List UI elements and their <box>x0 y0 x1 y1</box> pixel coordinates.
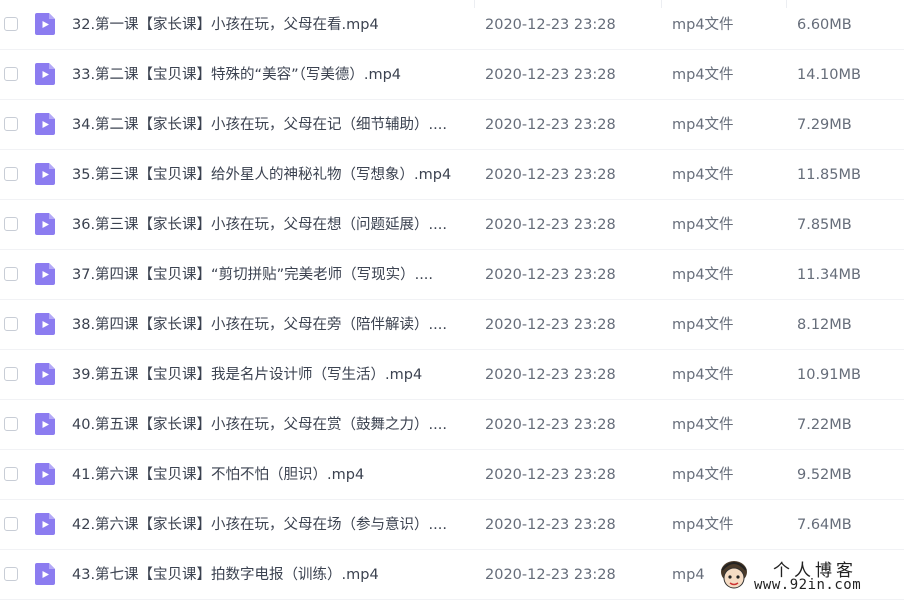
video-file-icon <box>35 463 55 485</box>
video-file-icon <box>35 263 55 285</box>
file-date: 2020-12-23 23:28 <box>485 367 616 383</box>
file-row[interactable]: 32.第一课【家长课】小孩在玩，父母在看.mp4 2020-12-23 23:28… <box>0 0 904 50</box>
file-date: 2020-12-23 23:28 <box>485 567 616 583</box>
cartoon-face-icon <box>721 561 747 589</box>
watermark: 个人博客 www.92in.com <box>708 556 904 598</box>
file-name[interactable]: 43.第七课【宝贝课】拍数字电报（训练）.mp4 <box>72 566 379 584</box>
file-size: 11.34MB <box>797 267 861 283</box>
file-size: 7.64MB <box>797 517 852 533</box>
file-date: 2020-12-23 23:28 <box>485 17 616 33</box>
file-name[interactable]: 38.第四课【家长课】小孩在玩，父母在旁（陪伴解读）.... <box>72 316 447 334</box>
file-name[interactable]: 35.第三课【宝贝课】给外星人的神秘礼物（写想象）.mp4 <box>72 166 451 184</box>
file-type: mp4 <box>672 567 705 583</box>
file-row[interactable]: 34.第二课【家长课】小孩在玩，父母在记（细节辅助）.... 2020-12-23… <box>0 100 904 150</box>
row-checkbox[interactable] <box>4 317 18 331</box>
file-row[interactable]: 33.第二课【宝贝课】特殊的“美容”（写美德）.mp4 2020-12-23 23… <box>0 50 904 100</box>
file-type: mp4文件 <box>672 317 734 333</box>
file-name[interactable]: 33.第二课【宝贝课】特殊的“美容”（写美德）.mp4 <box>72 66 401 84</box>
file-name[interactable]: 37.第四课【宝贝课】“剪切拼贴”完美老师（写现实）.... <box>72 266 433 284</box>
file-size: 7.85MB <box>797 217 852 233</box>
file-type: mp4文件 <box>672 117 734 133</box>
file-row[interactable]: 35.第三课【宝贝课】给外星人的神秘礼物（写想象）.mp4 2020-12-23 … <box>0 150 904 200</box>
file-row[interactable]: 40.第五课【家长课】小孩在玩，父母在赏（鼓舞之力）.... 2020-12-23… <box>0 400 904 450</box>
file-name[interactable]: 41.第六课【宝贝课】不怕不怕（胆识）.mp4 <box>72 466 364 484</box>
file-date: 2020-12-23 23:28 <box>485 317 616 333</box>
file-name[interactable]: 42.第六课【家长课】小孩在玩，父母在场（参与意识）.... <box>72 516 447 534</box>
file-row[interactable]: 36.第三课【家长课】小孩在玩，父母在想（问题延展）.... 2020-12-23… <box>0 200 904 250</box>
video-file-icon <box>35 13 55 35</box>
file-type: mp4文件 <box>672 467 734 483</box>
file-date: 2020-12-23 23:28 <box>485 417 616 433</box>
video-file-icon <box>35 513 55 535</box>
file-size: 11.85MB <box>797 167 861 183</box>
file-type: mp4文件 <box>672 167 734 183</box>
file-row[interactable]: 37.第四课【宝贝课】“剪切拼贴”完美老师（写现实）.... 2020-12-23… <box>0 250 904 300</box>
row-checkbox[interactable] <box>4 517 18 531</box>
row-checkbox[interactable] <box>4 17 18 31</box>
video-file-icon <box>35 63 55 85</box>
video-file-icon <box>35 213 55 235</box>
file-date: 2020-12-23 23:28 <box>485 117 616 133</box>
file-name[interactable]: 32.第一课【家长课】小孩在玩，父母在看.mp4 <box>72 16 379 34</box>
file-name[interactable]: 34.第二课【家长课】小孩在玩，父母在记（细节辅助）.... <box>72 116 447 134</box>
row-checkbox[interactable] <box>4 367 18 381</box>
file-type: mp4文件 <box>672 267 734 283</box>
file-type: mp4文件 <box>672 517 734 533</box>
watermark-url: www.92in.com <box>754 577 862 593</box>
file-type: mp4文件 <box>672 217 734 233</box>
file-type: mp4文件 <box>672 17 734 33</box>
row-checkbox[interactable] <box>4 467 18 481</box>
video-file-icon <box>35 563 55 585</box>
row-checkbox[interactable] <box>4 567 18 581</box>
video-file-icon <box>35 413 55 435</box>
row-checkbox[interactable] <box>4 167 18 181</box>
file-row[interactable]: 38.第四课【家长课】小孩在玩，父母在旁（陪伴解读）.... 2020-12-23… <box>0 300 904 350</box>
video-file-icon <box>35 313 55 335</box>
file-size: 9.52MB <box>797 467 852 483</box>
video-file-icon <box>35 363 55 385</box>
video-file-icon <box>35 163 55 185</box>
file-size: 7.22MB <box>797 417 852 433</box>
file-date: 2020-12-23 23:28 <box>485 67 616 83</box>
row-checkbox[interactable] <box>4 217 18 231</box>
file-name[interactable]: 36.第三课【家长课】小孩在玩，父母在想（问题延展）.... <box>72 216 447 234</box>
file-size: 8.12MB <box>797 317 852 333</box>
file-size: 10.91MB <box>797 367 861 383</box>
file-date: 2020-12-23 23:28 <box>485 267 616 283</box>
file-date: 2020-12-23 23:28 <box>485 167 616 183</box>
file-date: 2020-12-23 23:28 <box>485 217 616 233</box>
video-file-icon <box>35 113 55 135</box>
file-row[interactable]: 39.第五课【宝贝课】我是名片设计师（写生活）.mp4 2020-12-23 23… <box>0 350 904 400</box>
file-size: 7.29MB <box>797 117 852 133</box>
file-row[interactable]: 41.第六课【宝贝课】不怕不怕（胆识）.mp4 2020-12-23 23:28 m… <box>0 450 904 500</box>
file-type: mp4文件 <box>672 417 734 433</box>
file-size: 6.60MB <box>797 17 852 33</box>
file-date: 2020-12-23 23:28 <box>485 517 616 533</box>
file-row[interactable]: 42.第六课【家长课】小孩在玩，父母在场（参与意识）.... 2020-12-23… <box>0 500 904 550</box>
file-list: 32.第一课【家长课】小孩在玩，父母在看.mp4 2020-12-23 23:28… <box>0 0 904 600</box>
file-name[interactable]: 39.第五课【宝贝课】我是名片设计师（写生活）.mp4 <box>72 366 422 384</box>
row-checkbox[interactable] <box>4 67 18 81</box>
file-type: mp4文件 <box>672 367 734 383</box>
file-name[interactable]: 40.第五课【家长课】小孩在玩，父母在赏（鼓舞之力）.... <box>72 416 447 434</box>
row-checkbox[interactable] <box>4 417 18 431</box>
file-size: 14.10MB <box>797 67 861 83</box>
row-checkbox[interactable] <box>4 117 18 131</box>
row-checkbox[interactable] <box>4 267 18 281</box>
file-date: 2020-12-23 23:28 <box>485 467 616 483</box>
file-type: mp4文件 <box>672 67 734 83</box>
